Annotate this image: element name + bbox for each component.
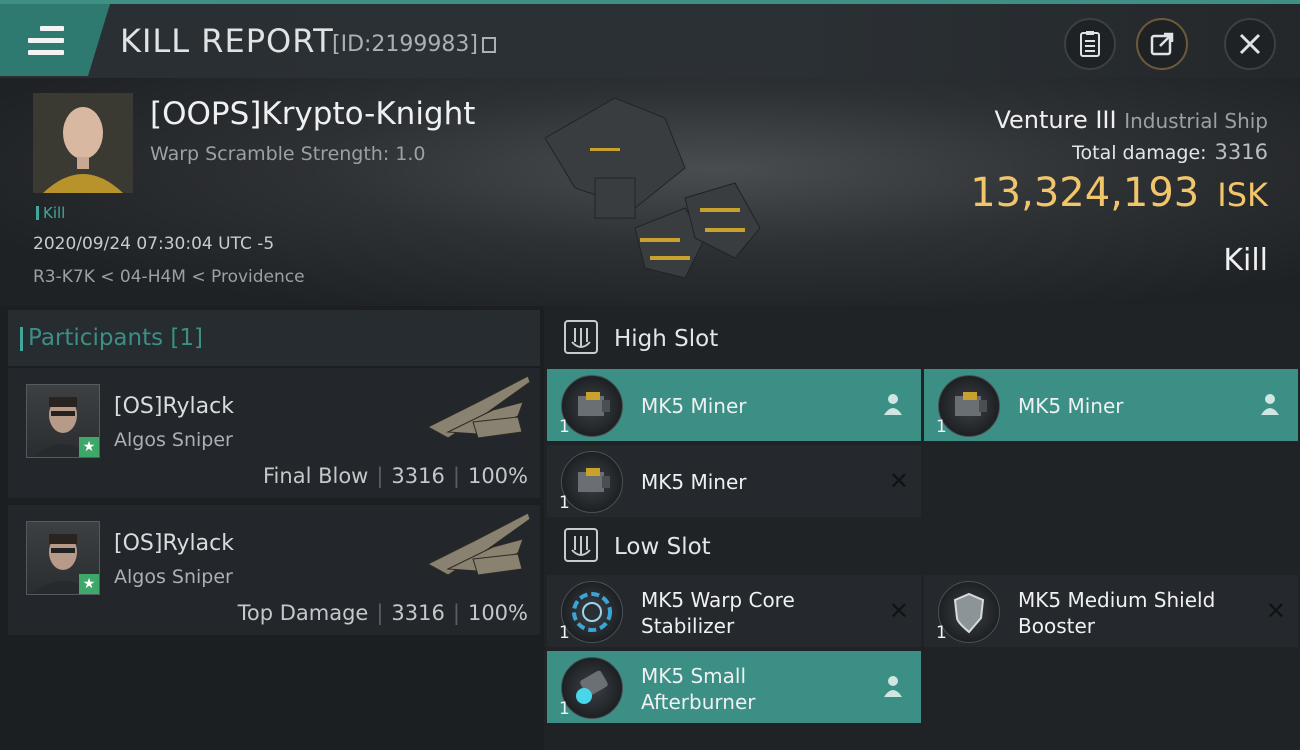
module-name: MK5 Small Afterburner [641, 663, 755, 715]
shield-booster-icon [938, 581, 1000, 643]
total-damage-value: 3316 [1214, 140, 1268, 164]
victim-portrait[interactable] [33, 93, 133, 193]
low-slot-icon [564, 528, 598, 562]
module-item[interactable]: 1 MK5 Warp Core Stabilizer ✕ [547, 575, 921, 647]
module-item[interactable]: 1 MK5 Miner [547, 369, 921, 441]
module-name-line1: MK5 Small [641, 664, 746, 688]
high-slot-icon [564, 320, 598, 354]
person-icon [884, 676, 902, 697]
ship-name[interactable]: Venture III [994, 106, 1116, 134]
participant-percent: 100% [467, 601, 528, 625]
report-id: [ID:2199983] [332, 32, 496, 57]
participant-stats: Final Blow | 3316 | 100% [263, 464, 528, 488]
participants-label: Participants [1] [20, 325, 203, 351]
module-name-line1: MK5 Warp Core [641, 588, 795, 612]
destroyed-icon: ✕ [888, 467, 909, 495]
clipboard-icon [1080, 31, 1100, 57]
total-damage-label: Total damage: [1072, 142, 1207, 164]
module-name: MK5 Medium Shield Booster [1018, 587, 1215, 639]
module-name: MK5 Miner [641, 394, 747, 418]
share-icon [1150, 32, 1174, 56]
warp-core-stabilizer-icon [561, 581, 623, 643]
module-item[interactable]: 1 MK5 Small Afterburner [547, 651, 921, 723]
high-slot-header: High Slot [546, 308, 922, 370]
afterburner-icon [561, 657, 623, 719]
person-icon [884, 394, 902, 415]
module-name-line2: Afterburner [641, 690, 756, 714]
victim-ship-image [544, 97, 761, 279]
star-icon: ★ [79, 574, 99, 594]
isk-amount: 13,324,193 [970, 170, 1200, 216]
victim-ship: Venture III Industrial Ship [994, 106, 1268, 134]
ship-class: Industrial Ship [1124, 109, 1268, 133]
participant-name[interactable]: [OS]Rylack [114, 531, 234, 556]
module-quantity: 1 [559, 493, 570, 513]
module-item[interactable]: 1 MK5 Miner ✕ [547, 445, 921, 517]
kill-tag: Kill [36, 204, 65, 222]
share-button[interactable] [1136, 18, 1188, 70]
person-icon [1261, 394, 1279, 415]
destroyed-icon: ✕ [888, 597, 909, 625]
participant-portrait: ★ [26, 521, 100, 595]
report-id-text: [ID:2199983] [332, 32, 478, 57]
module-name-line2: Stabilizer [641, 614, 735, 638]
participant-card[interactable]: ★ [OS]Rylack Algos Sniper Final Blow | 331… [8, 368, 540, 498]
victim-name[interactable]: [OOPS]Krypto-Knight [150, 96, 475, 132]
page-title: KILL REPORT [120, 22, 334, 60]
module-quantity: 1 [559, 623, 570, 643]
participant-portrait: ★ [26, 384, 100, 458]
low-slot-label: Low Slot [614, 534, 711, 560]
star-icon: ★ [79, 437, 99, 457]
isk-value: 13,324,193 ISK [970, 170, 1268, 216]
isk-unit: ISK [1217, 176, 1268, 214]
kill-result: Kill [1223, 243, 1268, 278]
miner-icon [561, 451, 623, 513]
high-slot-label: High Slot [614, 326, 719, 352]
miner-icon [938, 375, 1000, 437]
participant-role: Top Damage [237, 601, 369, 625]
participant-percent: 100% [467, 464, 528, 488]
clipboard-button[interactable] [1064, 18, 1116, 70]
participant-ship: Algos Sniper [114, 566, 233, 588]
module-name: MK5 Miner [1018, 394, 1124, 418]
close-button[interactable] [1224, 18, 1276, 70]
destroyed-icon: ✕ [1265, 597, 1286, 625]
participant-role: Final Blow [263, 464, 369, 488]
menu-icon [28, 26, 64, 62]
total-damage: Total damage: 3316 [1072, 140, 1268, 164]
module-name: MK5 Miner [641, 470, 747, 494]
participant-ship-image [426, 512, 531, 576]
module-name-line2: Booster [1018, 614, 1095, 638]
participants-header: Participants [1] [8, 310, 540, 366]
module-item[interactable]: 1 MK5 Medium Shield Booster ✕ [924, 575, 1298, 647]
participant-ship: Algos Sniper [114, 429, 233, 451]
module-quantity: 1 [936, 417, 947, 437]
kill-datetime: 2020/09/24 07:30:04 UTC -5 [33, 234, 275, 254]
participant-name[interactable]: [OS]Rylack [114, 394, 234, 419]
participant-ship-image [426, 375, 531, 439]
module-name-line1: MK5 Medium Shield [1018, 588, 1216, 612]
module-name: MK5 Warp Core Stabilizer [641, 587, 795, 639]
participant-damage: 3316 [391, 464, 445, 488]
module-quantity: 1 [559, 699, 570, 719]
close-icon [1239, 33, 1261, 55]
module-quantity: 1 [936, 623, 947, 643]
participant-damage: 3316 [391, 601, 445, 625]
participant-card[interactable]: ★ [OS]Rylack Algos Sniper Top Damage | 331… [8, 505, 540, 635]
miner-icon [561, 375, 623, 437]
module-item[interactable]: 1 MK5 Miner [924, 369, 1298, 441]
low-slot-header: Low Slot [546, 516, 922, 578]
copy-icon[interactable] [482, 37, 496, 53]
module-quantity: 1 [559, 417, 570, 437]
warp-scramble-strength: Warp Scramble Strength: 1.0 [150, 143, 426, 165]
participant-stats: Top Damage | 3316 | 100% [237, 601, 528, 625]
kill-location[interactable]: R3-K7K < 04-H4M < Providence [33, 267, 305, 287]
